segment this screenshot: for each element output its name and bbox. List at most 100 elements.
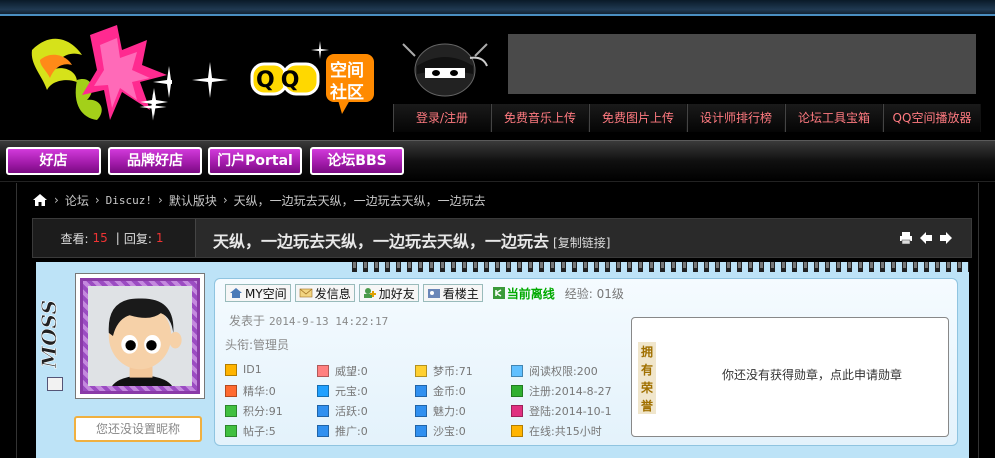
nav-item-brand-shop[interactable]: 品牌好店 bbox=[108, 147, 202, 175]
print-icon[interactable] bbox=[899, 231, 913, 245]
stat-digest: 精华:0 bbox=[225, 383, 276, 399]
user-card-icon bbox=[427, 289, 440, 298]
author-name-graphic: MOSS bbox=[40, 300, 61, 370]
notebook-binding bbox=[350, 262, 969, 274]
clock-icon bbox=[511, 425, 523, 437]
view-op-button[interactable]: 看楼主 bbox=[422, 284, 483, 302]
status-icon bbox=[492, 287, 505, 299]
posted-label: 发表于 bbox=[229, 314, 266, 328]
topnav-music-upload[interactable]: 免费音乐上传 bbox=[491, 104, 589, 132]
add-friend-button[interactable]: 加好友 bbox=[358, 284, 419, 302]
nav-item-shop[interactable]: 好店 bbox=[6, 147, 101, 175]
posts-icon bbox=[225, 425, 237, 437]
avatar-frame bbox=[75, 273, 205, 399]
copy-link-button[interactable]: [复制链接] bbox=[553, 236, 610, 250]
send-message-button[interactable]: 发信息 bbox=[294, 284, 355, 302]
medal-panel: 拥 有 荣 誉 你还没有获得勋章，点此申请勋章 bbox=[631, 317, 949, 437]
topnav-forum-tools[interactable]: 论坛工具宝箱 bbox=[785, 104, 883, 132]
stat-posts: 帖子:5 bbox=[225, 423, 276, 439]
qq-space-logo: QQ 空间 社区 bbox=[250, 52, 380, 122]
nav-item-portal[interactable]: 门户Portal bbox=[208, 147, 302, 175]
banner-placeholder[interactable] bbox=[508, 34, 976, 94]
view-op-label: 看楼主 bbox=[442, 286, 479, 301]
thread-title-wrap: 天纵，一边玩去天纵，一边玩去天纵，一边玩去 [复制链接] bbox=[213, 228, 610, 252]
breadcrumb-board[interactable]: 默认版块 bbox=[169, 192, 217, 209]
stat-points: 积分:91 bbox=[225, 403, 283, 419]
envelope-icon bbox=[299, 288, 312, 298]
medal-tag: 拥 有 荣 誉 bbox=[638, 342, 656, 414]
stat-ingot: 元宝:0 bbox=[317, 383, 368, 399]
medal-tag-char: 有 bbox=[640, 362, 653, 377]
digest-icon bbox=[225, 385, 237, 397]
top-nav: 登录/注册 免费音乐上传 免费图片上传 设计师排行榜 论坛工具宝箱 QQ空间播放… bbox=[393, 104, 981, 132]
id-icon bbox=[225, 363, 237, 376]
page: QQ 空间 社区 登录/注册 免费音乐上传 免费图片上传 设计师排行榜 论坛工具… bbox=[0, 0, 995, 458]
stat-last-login: 登陆:2014-10-1 bbox=[511, 403, 612, 419]
add-friend-label: 加好友 bbox=[378, 286, 415, 301]
replies-label: 回复: bbox=[123, 231, 152, 246]
breadcrumb: › 论坛 › Discuz! › 默认版块 › 天纵，一边玩去天纵，一边玩去天纵… bbox=[32, 190, 486, 210]
register-icon bbox=[511, 385, 523, 397]
stat-id: ID1 bbox=[225, 363, 262, 376]
medal-tag-char: 荣 bbox=[640, 380, 653, 395]
medal-tag-char: 誉 bbox=[640, 398, 653, 413]
nav-item-bbs[interactable]: 论坛BBS bbox=[310, 147, 404, 175]
prestige-icon bbox=[317, 365, 329, 377]
stat-online-time: 在线:共15小时 bbox=[511, 423, 602, 439]
user-rank: 头衔:管理员 bbox=[225, 338, 290, 352]
svg-text:MOSS: MOSS bbox=[40, 300, 61, 369]
topnav-image-upload[interactable]: 免费图片上传 bbox=[589, 104, 687, 132]
my-space-button[interactable]: MY空间 bbox=[225, 284, 291, 302]
post-meta: 发表于 2014-9-13 14:22:17 bbox=[229, 312, 388, 329]
topnav-login[interactable]: 登录/注册 bbox=[393, 104, 491, 132]
thread-tools bbox=[899, 231, 953, 245]
my-space-label: MY空间 bbox=[245, 286, 287, 301]
arrow-left-icon[interactable] bbox=[919, 231, 933, 245]
qq-logo-sub2: 社区 bbox=[330, 83, 364, 103]
topnav-qq-player[interactable]: QQ空间播放器 bbox=[883, 104, 981, 132]
avatar[interactable] bbox=[88, 286, 192, 386]
charm-icon bbox=[415, 405, 427, 417]
login-icon bbox=[511, 405, 523, 417]
arrow-right-icon[interactable] bbox=[939, 231, 953, 245]
experience-level: 经验: 01级 bbox=[564, 286, 624, 301]
stat-charm: 魅力:0 bbox=[415, 403, 466, 419]
thread-title: 天纵，一边玩去天纵，一边玩去天纵，一边玩去 bbox=[213, 232, 550, 251]
post-info-card: MY空间 发信息 加好友 看楼主 当前离线 经验: 01级 发表于 2014-9… bbox=[214, 278, 958, 446]
stat-dream-coin: 梦币:71 bbox=[415, 363, 473, 379]
topnav-designer-rank[interactable]: 设计师排行榜 bbox=[687, 104, 785, 132]
points-icon bbox=[225, 405, 237, 417]
add-friend-icon bbox=[363, 288, 376, 298]
breadcrumb-separator: › bbox=[222, 193, 228, 207]
avatar-border bbox=[80, 278, 200, 394]
post-actions: MY空间 发信息 加好友 看楼主 当前离线 经验: 01级 bbox=[225, 284, 624, 302]
permission-icon bbox=[511, 365, 523, 377]
breadcrumb-thread[interactable]: 天纵，一边玩去天纵，一边玩去天纵，一边玩去 bbox=[234, 192, 486, 209]
replies-count: 1 bbox=[155, 231, 164, 245]
stat-sand-treasure: 沙宝:0 bbox=[415, 423, 466, 439]
stat-prestige: 威望:0 bbox=[317, 363, 368, 379]
coin-icon bbox=[415, 365, 427, 377]
ninja-mascot-icon bbox=[402, 43, 488, 97]
breadcrumb-discuz[interactable]: Discuz! bbox=[106, 194, 152, 207]
nickname-field[interactable]: 您还没设置昵称 bbox=[74, 416, 202, 442]
apply-medal-link[interactable]: 你还没有获得勋章，点此申请勋章 bbox=[722, 366, 902, 383]
thread-header: 查看: 15 | 回复: 1 天纵，一边玩去天纵，一边玩去天纵，一边玩去 [复制链… bbox=[32, 218, 972, 258]
sparkle-icon bbox=[139, 93, 167, 121]
stat-read-permission: 阅读权限:200 bbox=[511, 363, 598, 379]
profile-card-icon[interactable] bbox=[47, 377, 63, 391]
send-message-label: 发信息 bbox=[314, 286, 351, 301]
posted-time: 2014-9-13 14:22:17 bbox=[269, 315, 389, 328]
stat-register-date: 注册:2014-8-27 bbox=[511, 383, 612, 399]
ingot-icon bbox=[317, 385, 329, 397]
thread-stats: 查看: 15 | 回复: 1 bbox=[33, 219, 196, 257]
breadcrumb-forum[interactable]: 论坛 bbox=[65, 192, 89, 209]
sparkle-icon bbox=[192, 62, 228, 98]
views-label: 查看: bbox=[60, 231, 89, 246]
breadcrumb-separator: › bbox=[54, 193, 59, 207]
stat-gold: 金币:0 bbox=[415, 383, 466, 399]
active-icon bbox=[317, 405, 329, 417]
post-container: MOSS 您还没设置昵称 MY空间 发信息 加好友 看楼主 当前离线 经验: 0… bbox=[36, 262, 969, 458]
home-icon[interactable] bbox=[32, 193, 48, 207]
breadcrumb-separator: › bbox=[94, 193, 100, 207]
